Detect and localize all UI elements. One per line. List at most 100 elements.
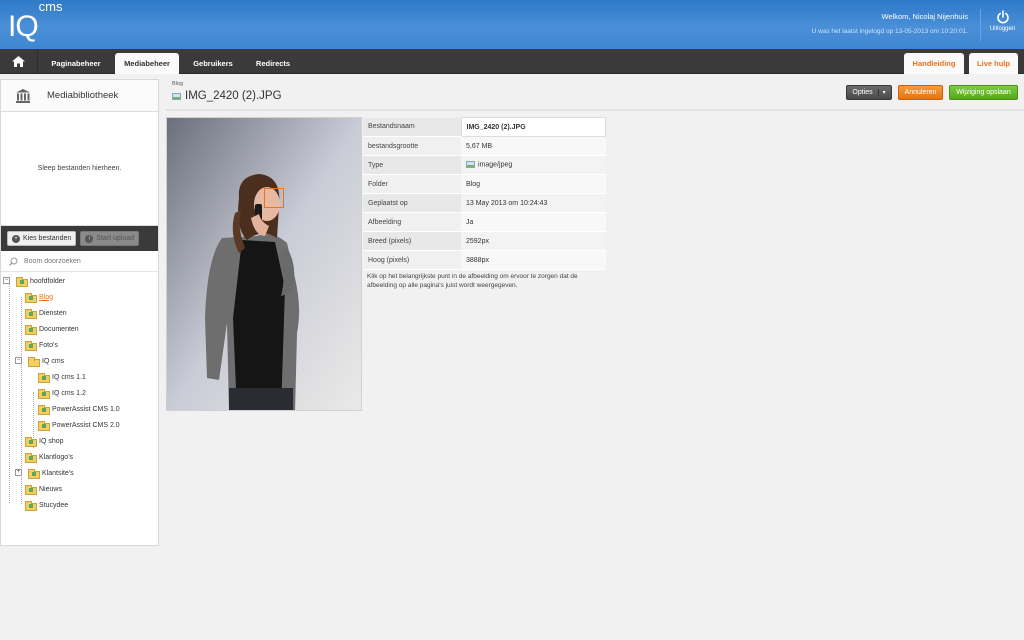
upload-dropzone[interactable]: Sleep bestanden hierheen.: [1, 112, 158, 226]
tree-node-powerassist-2-0[interactable]: PowerAssist CMS 2.0: [38, 418, 120, 432]
folder-icon: [25, 453, 37, 463]
tab-paginabeheer[interactable]: Paginabeheer: [40, 53, 112, 74]
page-title: IMG_2420 (2).JPG: [172, 90, 282, 102]
tree-node-label: IQ cms 1.2: [52, 389, 86, 397]
property-key: Geplaatst op: [363, 193, 461, 213]
choose-files-button[interactable]: + Kies bestanden: [7, 231, 77, 246]
tree-node-label: Klantlogo's: [39, 453, 74, 461]
tree-search-input[interactable]: [24, 257, 144, 265]
save-button[interactable]: Wijziging opslaan: [949, 85, 1018, 100]
tree-node-iq-shop[interactable]: IQ shop: [25, 434, 64, 448]
logo-sup: cms: [38, 0, 63, 14]
tab-redirects[interactable]: Redirects: [247, 53, 299, 74]
upload-toolbar: + Kies bestanden ↑ Start upload: [1, 226, 158, 251]
tree-node-hoofdfolder[interactable]: − hoofdfolder: [3, 274, 65, 288]
tab-handleiding[interactable]: Handleiding: [904, 53, 964, 74]
folder-icon: [28, 469, 40, 479]
sidebar-title: Mediabibliotheek: [47, 90, 119, 101]
tree-node-documenten[interactable]: Documenten: [25, 322, 79, 336]
property-value: Blog: [461, 174, 606, 194]
property-key: Bestandsnaam: [363, 117, 461, 137]
image-preview[interactable]: [166, 117, 362, 411]
property-key: Afbeelding: [363, 212, 461, 232]
tree-node-diensten[interactable]: Diensten: [25, 306, 67, 320]
home-icon: [12, 56, 25, 67]
detail-toolbar: Blog IMG_2420 (2).JPG: [166, 79, 1024, 109]
property-value: image/jpeg: [461, 155, 606, 175]
folder-icon: [25, 325, 37, 335]
collapse-toggle[interactable]: −: [15, 357, 22, 364]
logo-text: IQ: [8, 10, 39, 43]
image-type-icon: [466, 161, 475, 169]
table-row: bestandsgrootte 5,67 MB: [363, 136, 606, 156]
focus-point-hint: Klik op het belangrijkste punt in de afb…: [367, 273, 578, 289]
tree-node-label: Foto's: [39, 341, 58, 349]
tree-node-klantsites[interactable]: + Klantsite's: [15, 466, 74, 480]
start-upload-label: Start upload: [96, 235, 135, 242]
tab-live-hulp[interactable]: Live hulp: [969, 53, 1018, 74]
tree-node-iq-cms-1-2[interactable]: IQ cms 1.2: [38, 386, 86, 400]
folder-icon: [25, 485, 37, 495]
breadcrumb[interactable]: Blog: [172, 81, 183, 87]
cancel-button[interactable]: Annuleren: [898, 85, 943, 100]
folder-icon: [28, 357, 40, 367]
logout-label: Uitloggen: [989, 26, 1016, 32]
tree-node-stucydee[interactable]: Stucydee: [25, 498, 68, 512]
media-sidebar: Mediabibliotheek Sleep bestanden hierhee…: [0, 79, 159, 546]
logout-button[interactable]: Uitloggen: [980, 9, 1024, 41]
sidebar-header: Mediabibliotheek: [1, 80, 158, 112]
expand-toggle[interactable]: +: [15, 469, 22, 476]
home-button[interactable]: [0, 49, 38, 74]
last-login-text: U was het laatst ingelogd op 13-05-2013 …: [811, 28, 968, 35]
tree-node-nieuws[interactable]: Nieuws: [25, 482, 62, 496]
property-key: Breed (pixels): [363, 231, 461, 251]
tab-gebruikers[interactable]: Gebruikers: [182, 53, 244, 74]
property-key: Hoog (pixels): [363, 250, 461, 270]
collapse-toggle[interactable]: −: [3, 277, 10, 284]
tree-node-label: PowerAssist CMS 1.0: [52, 405, 120, 413]
tree-node-iq-cms-1-1[interactable]: IQ cms 1.1: [38, 370, 86, 384]
property-value: 2592px: [461, 231, 606, 251]
tree-node-klantlogos[interactable]: Klantlogo's: [25, 450, 73, 464]
tree-node-iq-cms[interactable]: − IQ cms: [15, 354, 64, 368]
choose-files-label: Kies bestanden: [23, 235, 72, 242]
library-icon: [16, 88, 30, 103]
tab-mediabeheer[interactable]: Mediabeheer: [115, 53, 179, 74]
app-logo[interactable]: IQcms: [8, 0, 63, 43]
file-title: IMG_2420 (2).JPG: [185, 90, 282, 102]
options-dropdown-button[interactable]: Opties ▾: [846, 85, 892, 100]
welcome-text: Welkom, Nicolaj Nijenhuis: [881, 12, 968, 21]
dropzone-text: Sleep bestanden hierheen.: [37, 165, 122, 172]
table-row: Bestandsnaam IMG_2420 (2).JPG: [363, 117, 606, 137]
table-row: Breed (pixels) 2592px: [363, 231, 606, 251]
folder-icon: [16, 277, 28, 287]
tree-node-label: Blog: [39, 293, 54, 301]
tree-search: [1, 251, 158, 272]
property-value: Ja: [461, 212, 606, 232]
tree-line: [9, 281, 10, 503]
focus-point-marker[interactable]: [264, 188, 284, 208]
upload-icon: ↑: [85, 234, 94, 243]
tree-node-fotos[interactable]: Foto's: [25, 338, 58, 352]
table-row: Folder Blog: [363, 174, 606, 194]
start-upload-button[interactable]: ↑ Start upload: [80, 231, 140, 246]
type-value: image/jpeg: [478, 161, 513, 169]
folder-icon: [25, 309, 37, 319]
tree-node-powerassist-1-0[interactable]: PowerAssist CMS 1.0: [38, 402, 120, 416]
tree-node-label: Klantsite's: [42, 469, 74, 477]
tree-node-label: Nieuws: [39, 485, 62, 493]
property-value: 5,67 MB: [461, 136, 606, 156]
folder-icon: [25, 501, 37, 511]
folder-icon: [25, 437, 37, 447]
folder-icon: [38, 405, 50, 415]
folder-tree: − hoofdfolder Blog Diensten Documenten F…: [1, 272, 158, 511]
divider: [166, 109, 1024, 111]
folder-icon: [38, 421, 50, 431]
tree-node-blog[interactable]: Blog: [25, 290, 53, 304]
property-key: Folder: [363, 174, 461, 194]
property-key: bestandsgrootte: [363, 136, 461, 156]
photo-woman-on-phone: [167, 118, 361, 410]
property-value: IMG_2420 (2).JPG: [460, 117, 606, 137]
image-file-icon: [172, 92, 181, 100]
table-row: Afbeelding Ja: [363, 212, 606, 232]
